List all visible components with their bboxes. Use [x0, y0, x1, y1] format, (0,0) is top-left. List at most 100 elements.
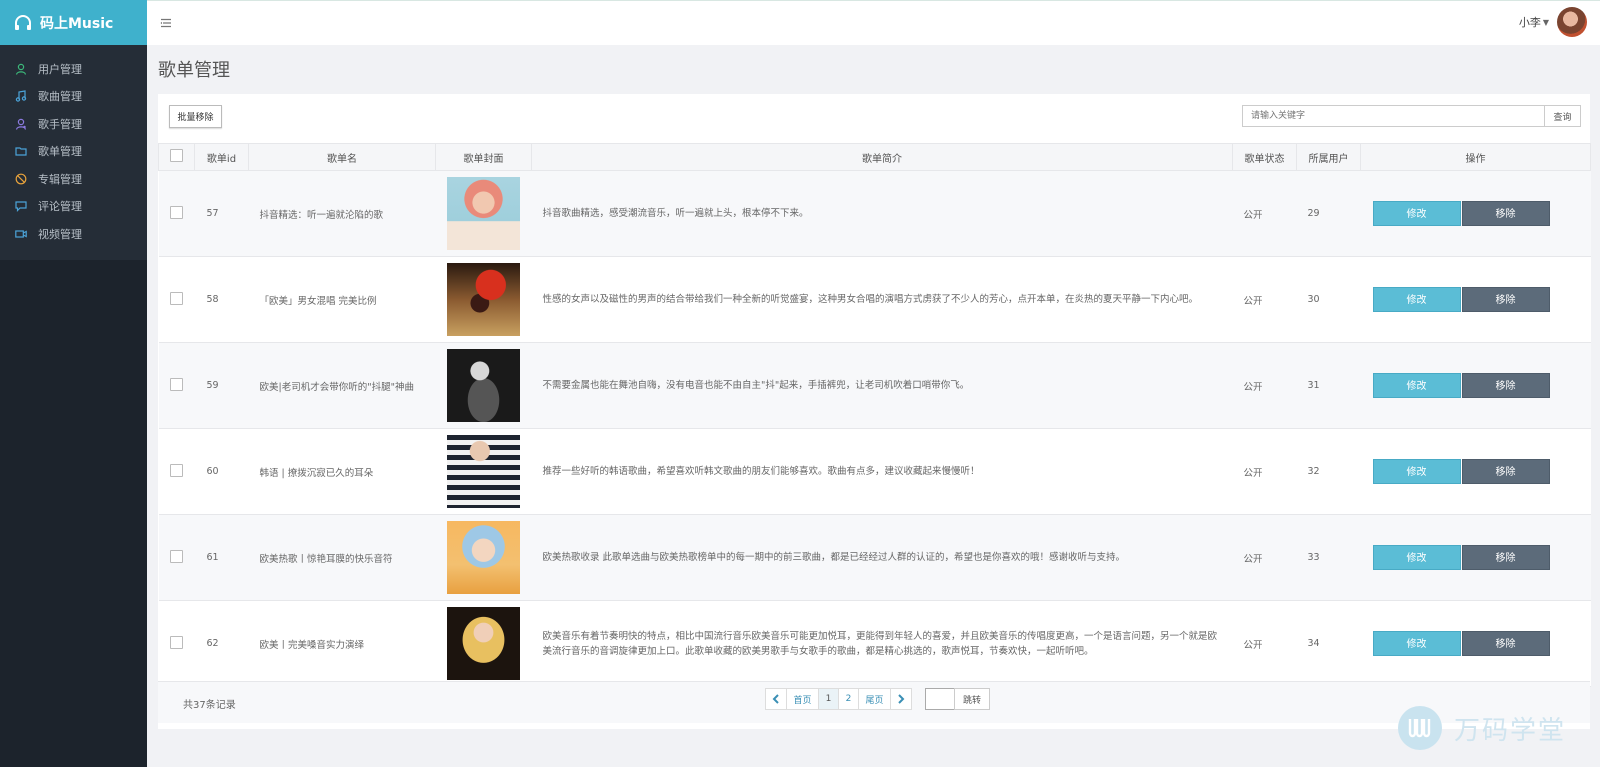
- sidebar-item-comments[interactable]: 评论管理: [0, 193, 147, 221]
- playlist-intro: 推荐一些好听的韩语歌曲，希望喜欢听韩文歌曲的朋友们能够喜欢。歌曲有点多，建议收藏…: [531, 428, 1233, 515]
- playlist-name: 欧美热歌丨惊艳耳膜的快乐音符: [248, 514, 436, 601]
- actions-cell: 修改 移除: [1360, 342, 1591, 429]
- batch-remove-button[interactable]: 批量移除: [169, 105, 222, 128]
- cover-cell: [435, 428, 532, 515]
- table-row: 59 欧美|老司机才会带你听的"抖腿"神曲 不需要金属也能在舞池自嗨，没有电音也…: [158, 342, 1591, 429]
- remove-button[interactable]: 移除: [1461, 373, 1550, 398]
- playlist-name: 韩语 | 撩拨沉寂已久的耳朵: [248, 428, 436, 515]
- first-page-button[interactable]: 首页: [786, 688, 819, 710]
- table-row: 62 欧美丨完美嗓音实力演绎 欧美音乐有着节奏明快的特点，相比中国流行音乐欧美音…: [158, 600, 1591, 687]
- row-select-cell: [158, 428, 195, 515]
- row-checkbox[interactable]: [170, 635, 183, 649]
- search-button[interactable]: 查询: [1545, 105, 1581, 127]
- row-checkbox[interactable]: [170, 291, 183, 305]
- playlist-intro: 欧美热歌收录 此歌单选曲与欧美热歌榜单中的每一期中的前三歌曲，都是已经经过人群的…: [531, 514, 1233, 601]
- sidebar-item-label: 歌手管理: [38, 117, 82, 131]
- playlist-table: 歌单id 歌单名 歌单封面 歌单简介 歌单状态 所属用户 操作 57 抖音精选：…: [158, 143, 1591, 687]
- playlist-cover-image: [447, 607, 520, 680]
- playlist-user: 34: [1296, 600, 1361, 687]
- caret-down-icon: ▼: [1542, 17, 1549, 27]
- row-select-cell: [158, 600, 195, 687]
- column-header-status[interactable]: 歌单状态: [1232, 143, 1297, 171]
- folder-icon: [15, 147, 27, 156]
- edit-button[interactable]: 修改: [1372, 459, 1461, 484]
- sidebar-item-label: 歌单管理: [38, 145, 82, 159]
- remove-button[interactable]: 移除: [1461, 545, 1550, 570]
- last-page-button[interactable]: 尾页: [858, 688, 891, 710]
- playlist-cover-image: [447, 435, 520, 508]
- sidebar-item-songs[interactable]: 歌曲管理: [0, 83, 147, 111]
- row-checkbox[interactable]: [170, 549, 183, 563]
- sidebar-item-videos[interactable]: 视频管理: [0, 220, 147, 248]
- edit-button[interactable]: 修改: [1372, 545, 1461, 570]
- select-all-checkbox[interactable]: [170, 149, 183, 162]
- row-checkbox[interactable]: [170, 205, 183, 219]
- table-row: 57 抖音精选：听一遍就沦陷的歌 抖音歌曲精选，感受潮流音乐，听一遍就上头，根本…: [158, 170, 1591, 257]
- headphones-icon: [15, 14, 31, 30]
- row-select-cell: [158, 342, 195, 429]
- page-1-button[interactable]: 1: [818, 688, 839, 710]
- remove-button[interactable]: 移除: [1461, 287, 1550, 312]
- actions-cell: 修改 移除: [1360, 256, 1591, 343]
- sidebar-item-users[interactable]: 用户管理: [0, 55, 147, 83]
- singer-icon: [15, 118, 27, 130]
- actions-cell: 修改 移除: [1360, 428, 1591, 515]
- content-panel: 批量移除 查询 歌单id 歌单名 歌单封面 歌单简介 歌单状态 所属用户 操作 …: [158, 94, 1591, 729]
- next-page-button[interactable]: [890, 688, 912, 710]
- row-checkbox[interactable]: [170, 377, 183, 391]
- sidebar-item-label: 用户管理: [38, 62, 82, 76]
- column-header-intro[interactable]: 歌单简介: [531, 143, 1233, 171]
- actions-cell: 修改 移除: [1360, 170, 1591, 257]
- row-checkbox[interactable]: [170, 463, 183, 477]
- sidebar-item-playlists[interactable]: 歌单管理: [0, 138, 147, 166]
- playlist-user: 29: [1296, 170, 1361, 257]
- row-select-cell: [158, 514, 195, 601]
- sidebar-item-singers[interactable]: 歌手管理: [0, 110, 147, 138]
- playlist-name: 欧美|老司机才会带你听的"抖腿"神曲: [248, 342, 436, 429]
- actions-cell: 修改 移除: [1360, 600, 1591, 687]
- prev-page-button[interactable]: [765, 688, 787, 710]
- app-name: 码上Music: [40, 15, 114, 32]
- user-icon: [15, 63, 27, 75]
- edit-button[interactable]: 修改: [1372, 631, 1461, 656]
- search-input[interactable]: [1242, 105, 1545, 127]
- page-jump-input[interactable]: [925, 688, 955, 710]
- music-note-icon: [15, 90, 27, 102]
- user-menu[interactable]: 小李 ▼: [1519, 7, 1587, 37]
- playlist-status: 公开: [1232, 600, 1297, 687]
- top-header: 小李 ▼: [147, 0, 1600, 45]
- remove-button[interactable]: 移除: [1461, 201, 1550, 226]
- cover-cell: [435, 514, 532, 601]
- sidebar-item-albums[interactable]: 专辑管理: [0, 165, 147, 193]
- column-header-id[interactable]: 歌单id: [194, 143, 249, 171]
- remove-button[interactable]: 移除: [1461, 459, 1550, 484]
- page-jump-button[interactable]: 跳转: [954, 688, 990, 710]
- playlist-id: 57: [194, 170, 249, 257]
- playlist-status: 公开: [1232, 170, 1297, 257]
- playlist-id: 60: [194, 428, 249, 515]
- cover-cell: [435, 170, 532, 257]
- menu-toggle-icon[interactable]: [160, 18, 172, 28]
- table-row: 61 欧美热歌丨惊艳耳膜的快乐音符 欧美热歌收录 此歌单选曲与欧美热歌榜单中的每…: [158, 514, 1591, 601]
- sidebar-item-label: 评论管理: [38, 200, 82, 214]
- edit-button[interactable]: 修改: [1372, 287, 1461, 312]
- playlist-status: 公开: [1232, 256, 1297, 343]
- page-2-button[interactable]: 2: [838, 688, 859, 710]
- cover-cell: [435, 342, 532, 429]
- table-row: 58 「欧美」男女混唱 完美比例 性感的女声以及磁性的男声的结合带给我们一种全新…: [158, 256, 1591, 343]
- watermark-logo-icon: [1398, 706, 1442, 750]
- column-header-name[interactable]: 歌单名: [248, 143, 436, 171]
- avatar[interactable]: [1557, 7, 1587, 37]
- remove-button[interactable]: 移除: [1461, 631, 1550, 656]
- column-header-user[interactable]: 所属用户: [1296, 143, 1361, 171]
- playlist-id: 62: [194, 600, 249, 687]
- playlist-intro: 不需要金属也能在舞池自嗨，没有电音也能不由自主"抖"起来，手插裤兜，让老司机吹着…: [531, 342, 1233, 429]
- sidebar-menu: 用户管理 歌曲管理 歌手管理 歌单管理 专辑管理 评论管理 视频管理: [0, 45, 147, 260]
- edit-button[interactable]: 修改: [1372, 201, 1461, 226]
- edit-button[interactable]: 修改: [1372, 373, 1461, 398]
- app-logo[interactable]: 码上Music: [0, 0, 147, 45]
- playlist-cover-image: [447, 349, 520, 422]
- playlist-name: 「欧美」男女混唱 完美比例: [248, 256, 436, 343]
- cover-cell: [435, 600, 532, 687]
- column-header-cover[interactable]: 歌单封面: [435, 143, 532, 171]
